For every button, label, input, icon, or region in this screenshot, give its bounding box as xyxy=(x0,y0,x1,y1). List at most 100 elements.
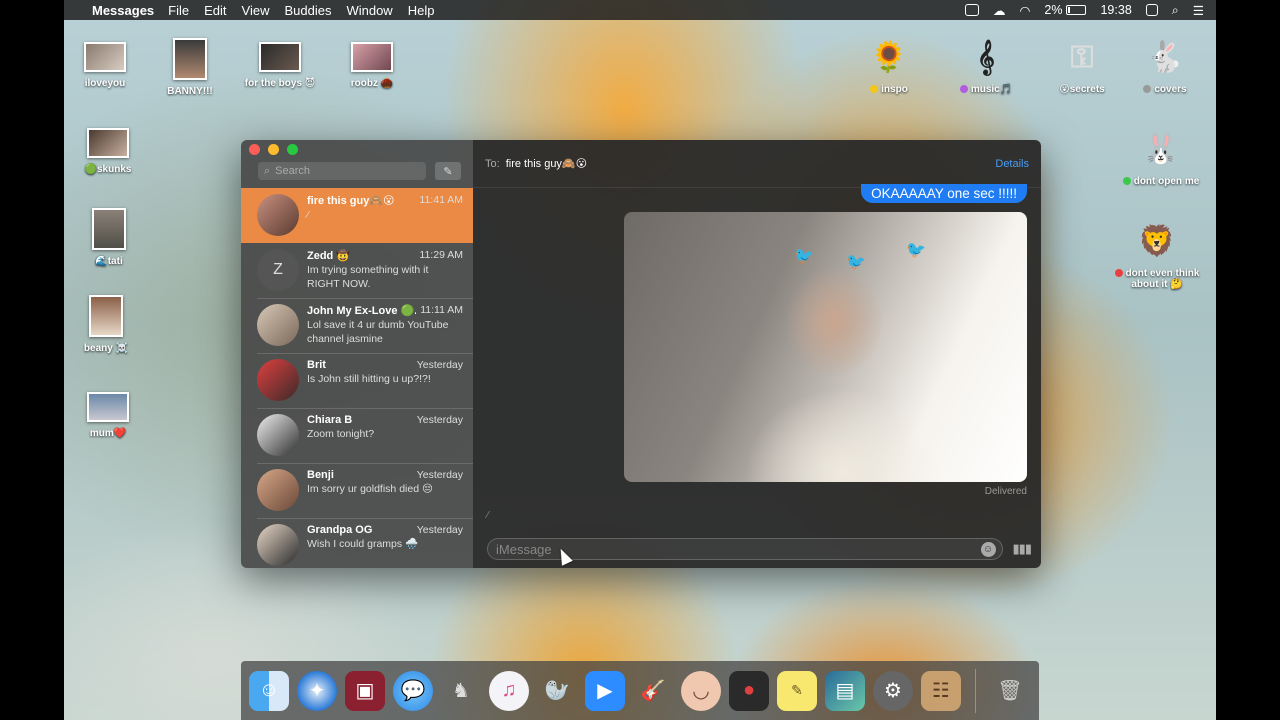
lion-icon: 🦁 xyxy=(1138,225,1176,258)
letterbox-left xyxy=(0,0,64,720)
desktop-icon-banny[interactable]: BANNY!!! xyxy=(145,38,235,97)
typing-draft-icon: ⁄ xyxy=(307,209,309,221)
conversation-item[interactable]: Brit Yesterday Is John still hitting u u… xyxy=(241,353,473,408)
conversation-preview: Wish I could gramps 🌧️ xyxy=(307,538,419,550)
conversation-time: Yesterday xyxy=(416,414,463,426)
wifi-icon[interactable]: ◠ xyxy=(1019,3,1030,18)
desktop-icon-tati[interactable]: 🌊tati xyxy=(64,208,154,267)
conversation-name: Zedd 🤠 xyxy=(307,250,351,262)
conversation-item[interactable]: fire this guy🙈😮 11:41 AM ⁄ xyxy=(241,188,473,243)
preview-icon[interactable]: ▤ xyxy=(825,670,865,711)
desktop-icon-for-the-boys[interactable]: for the boys 😈 xyxy=(235,42,325,89)
conversation-time: Yesterday xyxy=(416,469,463,481)
conversation-preview: ⁄ xyxy=(307,209,463,223)
menu-buddies[interactable]: Buddies xyxy=(284,3,331,18)
desktop-icon-label: 🟢skunks xyxy=(84,164,132,175)
menu-view[interactable]: View xyxy=(242,3,270,18)
desktop-icon-covers[interactable]: 🐇 covers xyxy=(1120,38,1210,95)
safari-icon[interactable]: ✦ xyxy=(297,670,337,711)
details-button[interactable]: Details xyxy=(995,158,1029,170)
desktop-icon-beany[interactable]: beany ☠️ xyxy=(64,295,151,354)
desktop-icon-label: roobz 🌰 xyxy=(350,78,394,89)
desktop-icon-mum[interactable]: mum❤️ xyxy=(64,392,153,439)
menu-bar-status: ☁ ◠ 2% 19:38 ⌕ ☰ xyxy=(964,3,1204,18)
conversation-preview: Lol save it 4 ur dumb YouTube channel ja… xyxy=(307,319,449,345)
screen-record-icon[interactable] xyxy=(964,4,979,16)
desktop-icon-dont-open-me[interactable]: 🐰 dont open me xyxy=(1116,130,1206,187)
menu-edit[interactable]: Edit xyxy=(204,3,226,18)
key-icon: ⚿ xyxy=(1070,41,1094,74)
finder-icon[interactable]: ☺ xyxy=(249,670,289,711)
system-preferences-icon[interactable]: ⚙ xyxy=(873,670,913,711)
spotlight-search-icon[interactable]: ⌕ xyxy=(1172,3,1179,18)
menu-window[interactable]: Window xyxy=(346,3,392,18)
desktop-icon-iloveyou[interactable]: iloveyou xyxy=(64,42,150,89)
contacts-icon[interactable]: ☷ xyxy=(921,670,961,711)
conversation-preview: Zoom tonight? xyxy=(307,428,375,440)
recipient-name[interactable]: fire this guy🙈😮 xyxy=(506,157,587,170)
desktop-icon-secrets[interactable]: ⚿ 😮secrets xyxy=(1037,38,1127,95)
desktop-icon-roobz[interactable]: roobz 🌰 xyxy=(327,42,417,89)
conversation-item[interactable]: Benji Yesterday Im sorry ur goldfish die… xyxy=(241,463,473,518)
ghost-icon[interactable]: ♞ xyxy=(441,671,481,711)
conversation-list: fire this guy🙈😮 11:41 AM ⁄ Z Zedd 🤠 11:2… xyxy=(241,188,473,568)
menu-help[interactable]: Help xyxy=(408,3,435,18)
sent-message-bubble[interactable]: OKAAAAAY one sec !!!!! xyxy=(861,184,1027,203)
desktop-icon-label: 😮secrets xyxy=(1059,84,1105,95)
walrus-icon[interactable]: 🦭 xyxy=(537,671,577,711)
conversation-time: 11:29 AM xyxy=(419,249,463,261)
conversation-item[interactable]: Chiara B Yesterday Zoom tonight? xyxy=(241,408,473,463)
close-button[interactable] xyxy=(249,144,260,155)
desktop-icon-inspo[interactable]: 🌻 inspo xyxy=(844,38,934,95)
sent-photo[interactable]: 🐦 🐦 🐦 xyxy=(624,212,1027,482)
stickies-icon[interactable]: ✎ xyxy=(777,670,817,711)
color-tag-dot xyxy=(870,85,879,94)
itunes-icon[interactable]: ♫ xyxy=(489,670,529,711)
photo-thumbnail xyxy=(87,392,129,422)
conversation-name: John My Ex-Love 🟢... xyxy=(307,305,417,317)
zoom-button[interactable] xyxy=(287,144,298,155)
desktop-icon-label: for the boys 😈 xyxy=(244,78,316,89)
clock[interactable]: 19:38 xyxy=(1100,3,1131,17)
minimize-button[interactable] xyxy=(268,144,279,155)
calendar-icon[interactable] xyxy=(1145,4,1158,16)
to-label: To: xyxy=(485,157,500,170)
desktop-icon-music[interactable]: 𝄞 music🎵 xyxy=(941,38,1031,95)
menu-file[interactable]: File xyxy=(168,3,189,18)
audio-message-icon[interactable]: ▮▮▮ xyxy=(1013,541,1032,557)
zoom-icon[interactable]: ▶ xyxy=(585,670,625,711)
photo-thumbnail xyxy=(173,38,207,80)
bird-sticker-icon: 🐦 xyxy=(906,242,926,259)
letterbox-right xyxy=(1216,0,1280,720)
photo-booth-icon[interactable]: ▣ xyxy=(345,670,385,711)
compose-button[interactable]: ✎ xyxy=(435,162,461,180)
dock: ☺ ✦ ▣ 💬 ♞ ♫ 🦭 ▶ 🎸 ◡ ● ✎ ▤ ⚙ ☷ 🗑 xyxy=(241,661,1039,720)
notification-center-icon[interactable]: ☰ xyxy=(1193,3,1204,18)
messages-icon[interactable]: 💬 xyxy=(393,670,433,711)
window-controls xyxy=(249,144,298,155)
photo-thumbnail xyxy=(351,42,393,72)
menu-app-name[interactable]: Messages xyxy=(92,3,154,18)
emoji-picker-button[interactable]: ☺ xyxy=(980,541,996,557)
conversation-preview: Im trying something with it RIGHT NOW. xyxy=(307,264,429,290)
desktop-icon-skunks[interactable]: 🟢skunks xyxy=(64,128,153,175)
dock-separator xyxy=(975,668,976,713)
battery-status[interactable]: 2% xyxy=(1044,3,1087,17)
photo-slideshow-icon[interactable]: ● xyxy=(729,670,769,711)
treble-clef-icon: 𝄞 xyxy=(977,41,995,74)
face-icon[interactable]: ◡ xyxy=(681,670,721,711)
creative-cloud-icon[interactable]: ☁ xyxy=(993,3,1006,18)
desktop-icon-dont-even-think[interactable]: 🦁 dont even think about it 🤔 xyxy=(1111,222,1203,290)
avatar xyxy=(257,194,299,236)
trash-icon[interactable]: 🗑 xyxy=(990,671,1030,711)
conversation-preview: Im sorry ur goldfish died 😔 xyxy=(307,483,433,495)
bird-sticker-icon: 🐦 xyxy=(794,248,814,265)
conversation-item[interactable]: Z Zedd 🤠 11:29 AM Im trying something wi… xyxy=(241,243,473,298)
search-icon: ⌕ xyxy=(264,164,271,177)
garageband-icon[interactable]: 🎸 xyxy=(633,671,673,711)
desktop-icon-label: dont even think about it 🤔 xyxy=(1125,268,1200,290)
conversation-item[interactable]: Grandpa OG Yesterday Wish I could gramps… xyxy=(241,518,473,568)
search-field[interactable]: ⌕ Search xyxy=(258,162,426,180)
conversation-item[interactable]: John My Ex-Love 🟢... 11:11 AM Lol save i… xyxy=(241,298,473,353)
conversation-sidebar: ⌕ Search ✎ fire this guy🙈😮 11:41 AM ⁄ Z xyxy=(241,140,473,568)
